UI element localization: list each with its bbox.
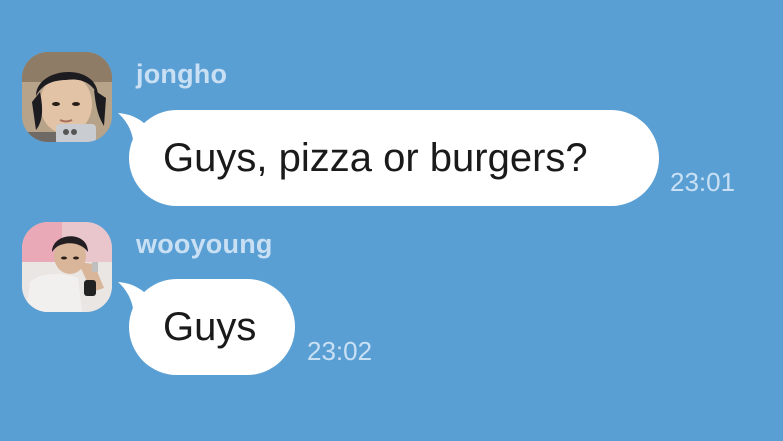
message-text: Guys, pizza or burgers? xyxy=(163,135,588,180)
message-timestamp: 23:01 xyxy=(670,167,736,197)
profile-photo-icon xyxy=(22,52,112,142)
chat-view: jongho Guys, pizza or burgers? 23:01 woo… xyxy=(0,0,783,441)
message-timestamp: 23:02 xyxy=(307,336,373,366)
message-text: Guys xyxy=(163,304,257,349)
sender-name: wooyoung xyxy=(136,229,273,259)
message-bubble[interactable]: Guys xyxy=(129,279,295,375)
avatar[interactable] xyxy=(22,222,112,312)
sender-name: jongho xyxy=(136,59,228,89)
message-bubble[interactable]: Guys, pizza or burgers? xyxy=(129,110,659,206)
profile-photo-icon xyxy=(22,222,112,312)
avatar[interactable] xyxy=(22,52,112,142)
